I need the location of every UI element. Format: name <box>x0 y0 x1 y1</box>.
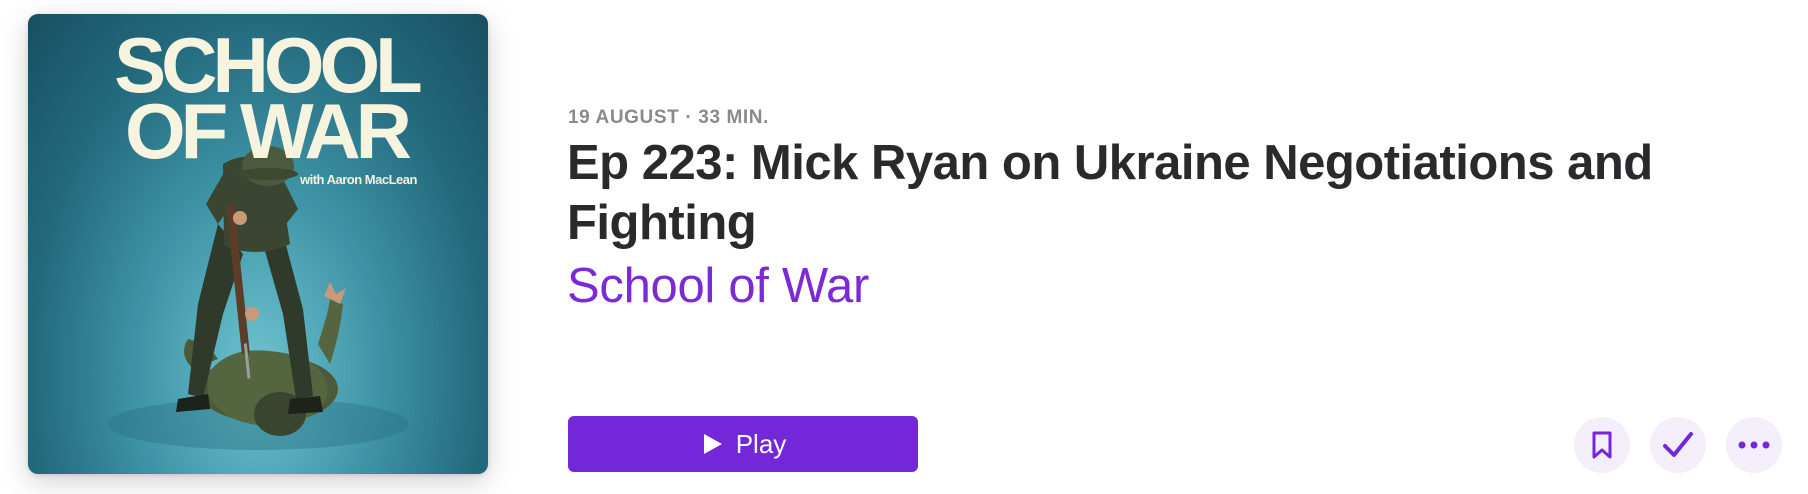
more-options-button[interactable] <box>1726 417 1782 473</box>
checkmark-icon <box>1663 432 1693 457</box>
episode-title: Ep 223: Mick Ryan on Ukraine Negotiation… <box>567 136 1653 250</box>
play-button-label: Play <box>735 428 787 459</box>
meta-separator: · <box>685 107 693 128</box>
show-link[interactable]: School of War <box>567 258 869 314</box>
episode-header: SCHOOL OF WAR with Aaron MacLean 19 AUGU… <box>0 0 1808 494</box>
bookmark-icon <box>1592 431 1612 459</box>
artwork-title-line2: OF WAR <box>125 87 412 175</box>
episode-duration: 33 MIN. <box>698 107 769 128</box>
play-icon <box>703 434 722 454</box>
play-button[interactable]: Play <box>568 416 918 472</box>
save-episode-button[interactable] <box>1574 417 1630 473</box>
episode-meta: 19 AUGUST · 33 MIN. <box>568 107 769 129</box>
episode-date: 19 AUGUST <box>568 107 680 128</box>
mark-played-button[interactable] <box>1650 417 1706 473</box>
podcast-artwork: SCHOOL OF WAR with Aaron MacLean <box>28 14 488 474</box>
artwork-subtitle: with Aaron MacLean <box>300 172 417 187</box>
artwork-title: SCHOOL OF WAR <box>86 26 446 175</box>
ellipsis-icon <box>1738 441 1770 449</box>
